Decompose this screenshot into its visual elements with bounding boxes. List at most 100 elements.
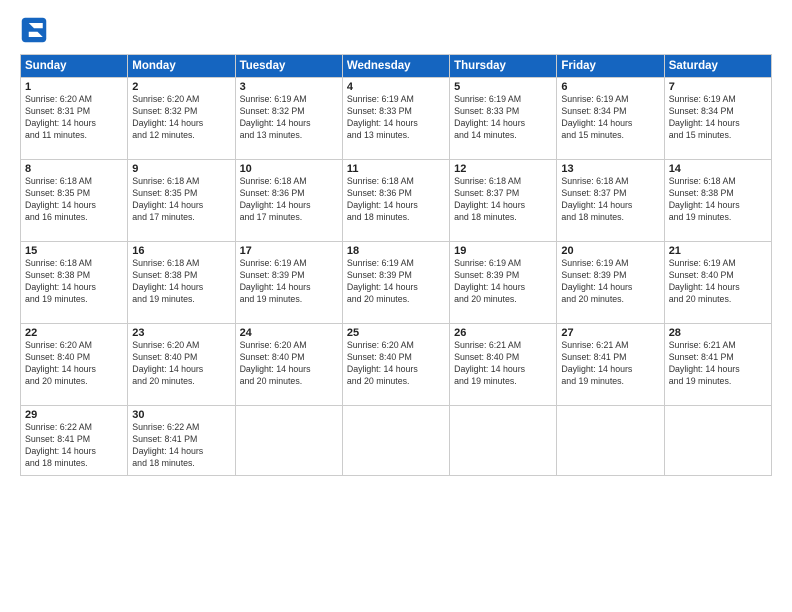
calendar-cell <box>235 406 342 476</box>
calendar-header-tuesday: Tuesday <box>235 55 342 78</box>
cell-info: Sunrise: 6:19 AM Sunset: 8:40 PM Dayligh… <box>669 258 767 306</box>
calendar-cell: 22Sunrise: 6:20 AM Sunset: 8:40 PM Dayli… <box>21 324 128 406</box>
cell-info: Sunrise: 6:19 AM Sunset: 8:33 PM Dayligh… <box>347 94 445 142</box>
calendar-cell: 20Sunrise: 6:19 AM Sunset: 8:39 PM Dayli… <box>557 242 664 324</box>
day-number: 20 <box>561 245 659 257</box>
calendar-cell: 25Sunrise: 6:20 AM Sunset: 8:40 PM Dayli… <box>342 324 449 406</box>
day-number: 24 <box>240 327 338 339</box>
day-number: 5 <box>454 81 552 93</box>
cell-info: Sunrise: 6:21 AM Sunset: 8:41 PM Dayligh… <box>561 340 659 388</box>
cell-info: Sunrise: 6:22 AM Sunset: 8:41 PM Dayligh… <box>25 422 123 470</box>
cell-info: Sunrise: 6:20 AM Sunset: 8:40 PM Dayligh… <box>25 340 123 388</box>
day-number: 6 <box>561 81 659 93</box>
day-number: 29 <box>25 409 123 421</box>
logo-icon <box>20 16 48 44</box>
calendar-header-wednesday: Wednesday <box>342 55 449 78</box>
cell-info: Sunrise: 6:19 AM Sunset: 8:39 PM Dayligh… <box>240 258 338 306</box>
day-number: 7 <box>669 81 767 93</box>
cell-info: Sunrise: 6:18 AM Sunset: 8:35 PM Dayligh… <box>132 176 230 224</box>
cell-info: Sunrise: 6:19 AM Sunset: 8:32 PM Dayligh… <box>240 94 338 142</box>
calendar-cell: 1Sunrise: 6:20 AM Sunset: 8:31 PM Daylig… <box>21 78 128 160</box>
cell-info: Sunrise: 6:22 AM Sunset: 8:41 PM Dayligh… <box>132 422 230 470</box>
page: SundayMondayTuesdayWednesdayThursdayFrid… <box>0 0 792 612</box>
day-number: 11 <box>347 163 445 175</box>
calendar-cell: 28Sunrise: 6:21 AM Sunset: 8:41 PM Dayli… <box>664 324 771 406</box>
cell-info: Sunrise: 6:18 AM Sunset: 8:35 PM Dayligh… <box>25 176 123 224</box>
day-number: 16 <box>132 245 230 257</box>
cell-info: Sunrise: 6:18 AM Sunset: 8:37 PM Dayligh… <box>561 176 659 224</box>
day-number: 8 <box>25 163 123 175</box>
day-number: 17 <box>240 245 338 257</box>
cell-info: Sunrise: 6:21 AM Sunset: 8:41 PM Dayligh… <box>669 340 767 388</box>
cell-info: Sunrise: 6:19 AM Sunset: 8:34 PM Dayligh… <box>561 94 659 142</box>
day-number: 4 <box>347 81 445 93</box>
day-number: 2 <box>132 81 230 93</box>
calendar-cell: 5Sunrise: 6:19 AM Sunset: 8:33 PM Daylig… <box>450 78 557 160</box>
day-number: 28 <box>669 327 767 339</box>
calendar-cell: 9Sunrise: 6:18 AM Sunset: 8:35 PM Daylig… <box>128 160 235 242</box>
calendar-cell: 12Sunrise: 6:18 AM Sunset: 8:37 PM Dayli… <box>450 160 557 242</box>
cell-info: Sunrise: 6:19 AM Sunset: 8:33 PM Dayligh… <box>454 94 552 142</box>
calendar-cell: 19Sunrise: 6:19 AM Sunset: 8:39 PM Dayli… <box>450 242 557 324</box>
day-number: 13 <box>561 163 659 175</box>
calendar-cell: 23Sunrise: 6:20 AM Sunset: 8:40 PM Dayli… <box>128 324 235 406</box>
calendar-week-row: 1Sunrise: 6:20 AM Sunset: 8:31 PM Daylig… <box>21 78 772 160</box>
calendar-header-row: SundayMondayTuesdayWednesdayThursdayFrid… <box>21 55 772 78</box>
day-number: 22 <box>25 327 123 339</box>
calendar-cell: 13Sunrise: 6:18 AM Sunset: 8:37 PM Dayli… <box>557 160 664 242</box>
day-number: 15 <box>25 245 123 257</box>
calendar-cell: 2Sunrise: 6:20 AM Sunset: 8:32 PM Daylig… <box>128 78 235 160</box>
calendar-week-row: 29Sunrise: 6:22 AM Sunset: 8:41 PM Dayli… <box>21 406 772 476</box>
calendar-cell: 4Sunrise: 6:19 AM Sunset: 8:33 PM Daylig… <box>342 78 449 160</box>
calendar-cell <box>342 406 449 476</box>
day-number: 23 <box>132 327 230 339</box>
calendar-cell: 16Sunrise: 6:18 AM Sunset: 8:38 PM Dayli… <box>128 242 235 324</box>
calendar-cell: 14Sunrise: 6:18 AM Sunset: 8:38 PM Dayli… <box>664 160 771 242</box>
calendar-cell <box>557 406 664 476</box>
day-number: 27 <box>561 327 659 339</box>
calendar-table: SundayMondayTuesdayWednesdayThursdayFrid… <box>20 54 772 476</box>
day-number: 10 <box>240 163 338 175</box>
logo <box>20 16 52 44</box>
day-number: 12 <box>454 163 552 175</box>
calendar-header-thursday: Thursday <box>450 55 557 78</box>
day-number: 19 <box>454 245 552 257</box>
calendar-cell: 26Sunrise: 6:21 AM Sunset: 8:40 PM Dayli… <box>450 324 557 406</box>
calendar-cell: 30Sunrise: 6:22 AM Sunset: 8:41 PM Dayli… <box>128 406 235 476</box>
cell-info: Sunrise: 6:19 AM Sunset: 8:39 PM Dayligh… <box>347 258 445 306</box>
cell-info: Sunrise: 6:18 AM Sunset: 8:36 PM Dayligh… <box>347 176 445 224</box>
header <box>20 16 772 44</box>
day-number: 21 <box>669 245 767 257</box>
calendar-cell: 15Sunrise: 6:18 AM Sunset: 8:38 PM Dayli… <box>21 242 128 324</box>
day-number: 25 <box>347 327 445 339</box>
cell-info: Sunrise: 6:20 AM Sunset: 8:32 PM Dayligh… <box>132 94 230 142</box>
cell-info: Sunrise: 6:18 AM Sunset: 8:38 PM Dayligh… <box>132 258 230 306</box>
calendar-cell: 10Sunrise: 6:18 AM Sunset: 8:36 PM Dayli… <box>235 160 342 242</box>
calendar-cell: 21Sunrise: 6:19 AM Sunset: 8:40 PM Dayli… <box>664 242 771 324</box>
cell-info: Sunrise: 6:19 AM Sunset: 8:34 PM Dayligh… <box>669 94 767 142</box>
day-number: 30 <box>132 409 230 421</box>
cell-info: Sunrise: 6:20 AM Sunset: 8:40 PM Dayligh… <box>347 340 445 388</box>
cell-info: Sunrise: 6:21 AM Sunset: 8:40 PM Dayligh… <box>454 340 552 388</box>
day-number: 18 <box>347 245 445 257</box>
day-number: 9 <box>132 163 230 175</box>
calendar-cell: 8Sunrise: 6:18 AM Sunset: 8:35 PM Daylig… <box>21 160 128 242</box>
day-number: 26 <box>454 327 552 339</box>
calendar-cell: 6Sunrise: 6:19 AM Sunset: 8:34 PM Daylig… <box>557 78 664 160</box>
day-number: 3 <box>240 81 338 93</box>
calendar-week-row: 15 Sunrise: 6:18 AM Sunset: 8:38 PM Dayli… <box>21 242 772 324</box>
calendar-cell: 11Sunrise: 6:18 AM Sunset: 8:36 PM Dayli… <box>342 160 449 242</box>
calendar-header-sunday: Sunday <box>21 55 128 78</box>
cell-info: Sunrise: 6:20 AM Sunset: 8:40 PM Dayligh… <box>132 340 230 388</box>
calendar-cell <box>450 406 557 476</box>
calendar-cell: 3Sunrise: 6:19 AM Sunset: 8:32 PM Daylig… <box>235 78 342 160</box>
cell-info: Sunrise: 6:20 AM Sunset: 8:31 PM Dayligh… <box>25 94 123 142</box>
day-number: 1 <box>25 81 123 93</box>
cell-info: Sunrise: 6:18 AM Sunset: 8:37 PM Dayligh… <box>454 176 552 224</box>
calendar-cell: 17Sunrise: 6:19 AM Sunset: 8:39 PM Dayli… <box>235 242 342 324</box>
calendar-cell: 24Sunrise: 6:20 AM Sunset: 8:40 PM Dayli… <box>235 324 342 406</box>
calendar-header-monday: Monday <box>128 55 235 78</box>
calendar-cell: 18Sunrise: 6:19 AM Sunset: 8:39 PM Dayli… <box>342 242 449 324</box>
calendar-header-saturday: Saturday <box>664 55 771 78</box>
cell-info: Sunrise: 6:19 AM Sunset: 8:39 PM Dayligh… <box>561 258 659 306</box>
